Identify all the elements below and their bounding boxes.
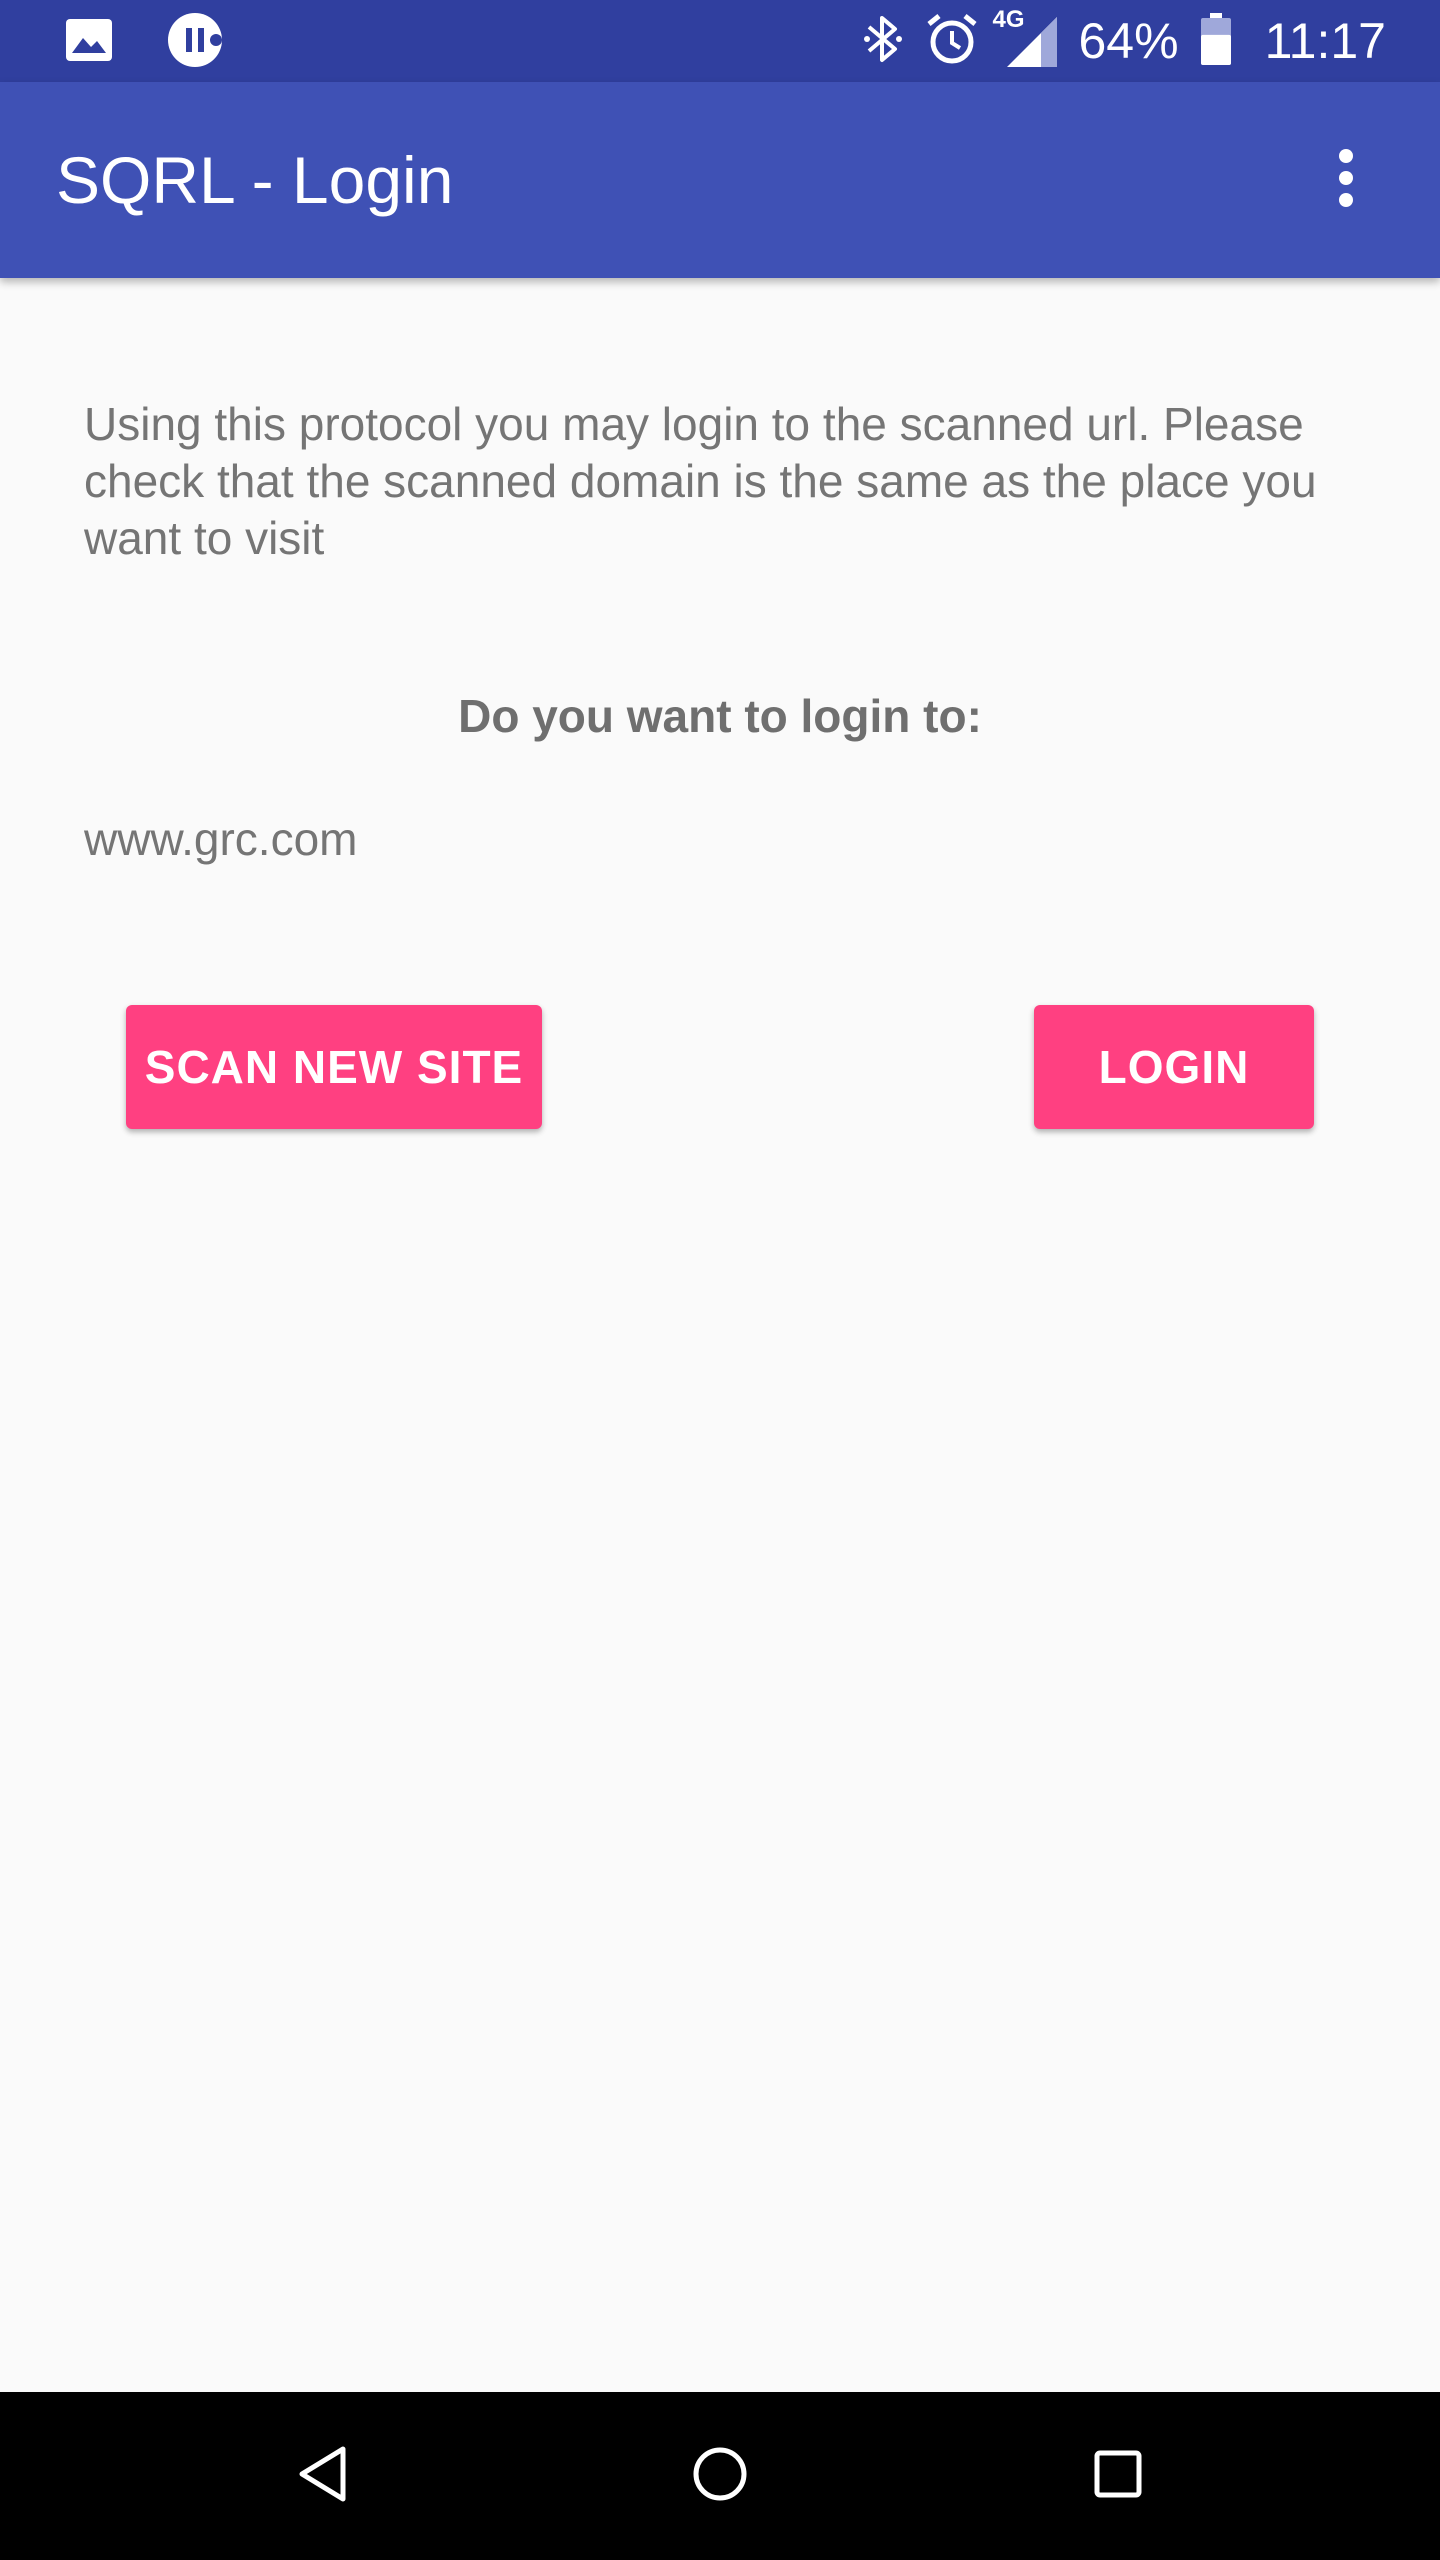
login-content: Using this protocol you may login to the… — [0, 278, 1440, 2392]
intro-text: Using this protocol you may login to the… — [84, 398, 1317, 564]
recents-button[interactable] — [1068, 2426, 1168, 2526]
status-bar: 4G 64% 11:17 — [0, 0, 1440, 82]
more-vert-icon — [1336, 148, 1356, 213]
pause-icon — [166, 11, 224, 74]
screen: 4G 64% 11:17 SQRL - Login Using this pro… — [0, 0, 1440, 2560]
back-icon — [295, 2444, 349, 2509]
network-type-label: 4G — [992, 6, 1025, 33]
recents-icon — [1093, 2449, 1143, 2504]
battery-icon — [1200, 12, 1231, 70]
navigation-bar — [0, 2392, 1440, 2560]
clock: 11:17 — [1264, 13, 1386, 69]
home-button[interactable] — [670, 2426, 770, 2526]
image-icon — [66, 18, 112, 66]
status-left — [66, 12, 224, 70]
bluetooth-icon — [863, 13, 903, 70]
login-question: Do you want to login to: — [458, 690, 982, 742]
page-title: SQRL - Login — [56, 143, 454, 217]
login-button[interactable]: LOGIN — [1034, 1005, 1314, 1129]
overflow-menu-button[interactable] — [1286, 120, 1406, 240]
status-right: 4G 64% 11:17 — [863, 7, 1386, 72]
site-url: www.grc.com — [84, 813, 358, 865]
battery-percent: 64% — [1078, 13, 1179, 69]
alarm-icon — [925, 12, 979, 71]
back-button[interactable] — [272, 2426, 372, 2526]
home-icon — [692, 2446, 748, 2507]
app-bar: SQRL - Login — [0, 82, 1440, 278]
scan-new-site-button[interactable]: SCAN NEW SITE — [126, 1005, 542, 1129]
signal-4g-icon: 4G — [993, 7, 1057, 69]
